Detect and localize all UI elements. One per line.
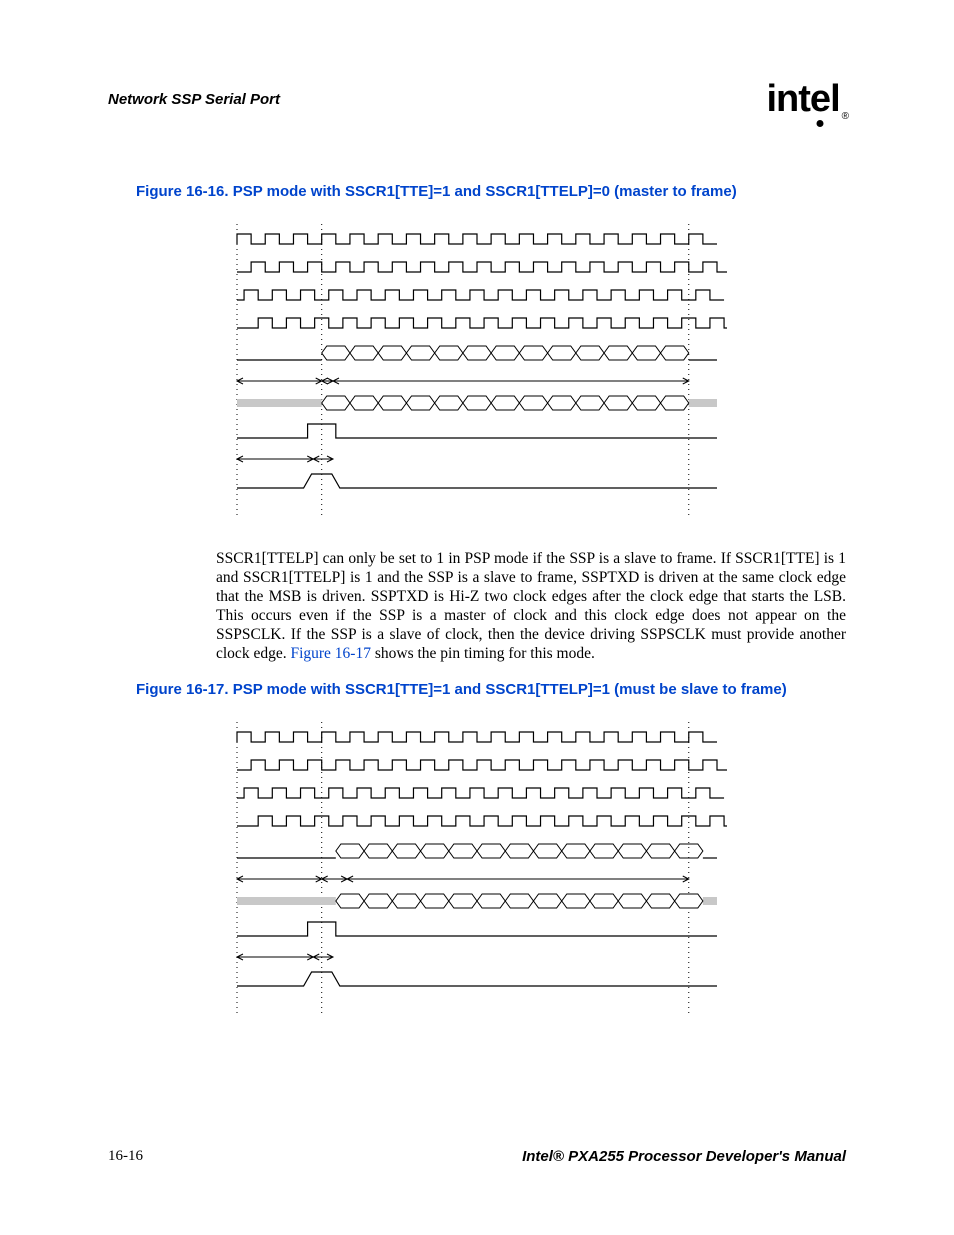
doc-title: Intel® PXA255 Processor Developer's Manu… [522, 1148, 846, 1165]
page-header: Network SSP Serial Port intel® [108, 78, 846, 121]
figure-16-17-diagram [108, 718, 846, 1023]
figure-16-16-caption: Figure 16-16. PSP mode with SSCR1[TTE]=1… [136, 183, 846, 200]
section-title: Network SSP Serial Port [108, 91, 280, 108]
page-footer: 16-16 Intel® PXA255 Processor Developer'… [108, 1148, 846, 1165]
figure-16-16-diagram [108, 220, 846, 525]
intel-logo: intel® [766, 78, 846, 121]
figure-16-17-xref[interactable]: Figure 16-17 [290, 645, 371, 662]
timing-diagram-1 [227, 220, 727, 520]
timing-diagram-2 [227, 718, 727, 1018]
figure-16-17-caption: Figure 16-17. PSP mode with SSCR1[TTE]=1… [136, 681, 846, 698]
registered-icon: ® [842, 111, 848, 122]
paragraph-text-2: shows the pin timing for this mode. [371, 645, 595, 662]
page-number: 16-16 [108, 1148, 143, 1165]
body-paragraph: SSCR1[TTELP] can only be set to 1 in PSP… [216, 550, 846, 663]
